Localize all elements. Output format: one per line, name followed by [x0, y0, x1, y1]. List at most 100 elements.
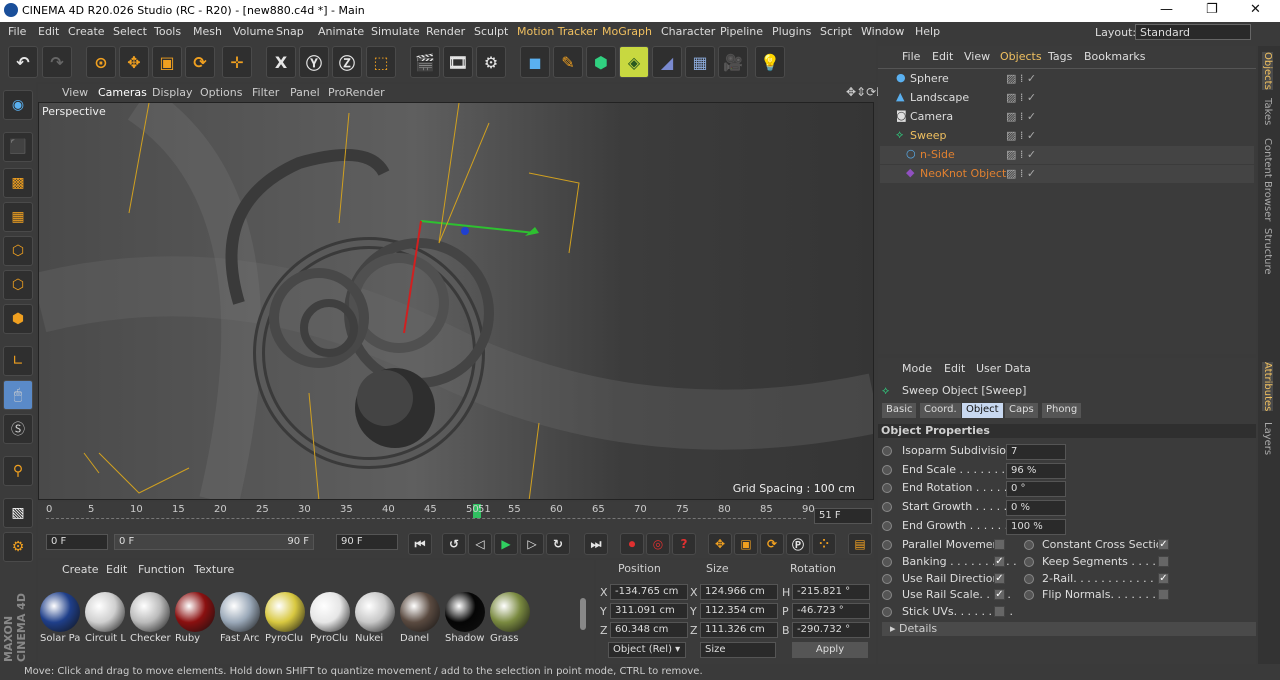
- menu-volume[interactable]: Volume: [233, 25, 274, 38]
- object-menu-tags[interactable]: Tags: [1048, 50, 1072, 63]
- property-animate-radio[interactable]: [882, 483, 892, 494]
- frame-range-slider[interactable]: 0 F 90 F: [114, 534, 314, 550]
- tab-basic[interactable]: Basic: [882, 403, 917, 418]
- side-tab-structure[interactable]: Structure: [1262, 228, 1273, 275]
- menu-sculpt[interactable]: Sculpt: [474, 25, 508, 38]
- material-swatch[interactable]: [220, 592, 260, 632]
- tab-caps[interactable]: Caps: [1005, 403, 1038, 418]
- material-swatch[interactable]: [85, 592, 125, 632]
- side-tab-takes[interactable]: Takes: [1262, 98, 1273, 125]
- object-visibility-toggle[interactable]: ▨ ⁞ ✓: [1006, 110, 1036, 123]
- menu-plugins[interactable]: Plugins: [772, 25, 811, 38]
- object-row[interactable]: ● Sphere ▨ ⁞ ✓: [880, 70, 1254, 88]
- attribute-menu-edit[interactable]: Edit: [944, 362, 965, 375]
- attribute-menu-user-data[interactable]: User Data: [976, 362, 1031, 375]
- scale-tool-icon[interactable]: ▣: [152, 46, 182, 78]
- close-icon[interactable]: ✕: [1250, 2, 1261, 17]
- material-menu-function[interactable]: Function: [138, 563, 185, 576]
- size-field[interactable]: 112.354 cm: [700, 603, 778, 619]
- property-checkbox[interactable]: ✓: [1158, 539, 1169, 550]
- property-animate-radio[interactable]: [882, 607, 892, 618]
- material-swatch[interactable]: [445, 592, 485, 632]
- key-pla-icon[interactable]: ⁘: [812, 533, 836, 555]
- object-row[interactable]: ◙ Camera ▨ ⁞ ✓: [880, 108, 1254, 126]
- menu-script[interactable]: Script: [820, 25, 852, 38]
- key-scale-icon[interactable]: ▣: [734, 533, 758, 555]
- workplane-icon[interactable]: ▦: [3, 202, 33, 232]
- property-animate-radio[interactable]: [882, 573, 892, 584]
- rotation-field[interactable]: -46.723 °: [792, 603, 870, 619]
- tweak-mode-icon[interactable]: 🖱: [3, 380, 33, 410]
- go-to-start-icon[interactable]: ⏮: [408, 533, 432, 555]
- apply-button[interactable]: Apply: [792, 642, 868, 658]
- perspective-viewport[interactable]: Perspective Grid Spacing : 100 cm: [38, 102, 874, 500]
- magnet-icon[interactable]: ⚲: [3, 456, 33, 486]
- undo-icon[interactable]: ↶: [8, 46, 38, 78]
- edges-mode-icon[interactable]: ⬡: [3, 270, 33, 300]
- material-swatch[interactable]: [310, 592, 350, 632]
- object-menu-view[interactable]: View: [964, 50, 990, 63]
- viewport-menu-filter[interactable]: Filter: [252, 86, 279, 99]
- autokey-icon[interactable]: ◎: [646, 533, 670, 555]
- menu-create[interactable]: Create: [68, 25, 105, 38]
- property-animate-radio[interactable]: [882, 520, 892, 531]
- material-swatch[interactable]: [400, 592, 440, 632]
- menu-window[interactable]: Window: [861, 25, 904, 38]
- key-parameter-icon[interactable]: Ⓟ: [786, 533, 810, 555]
- live-selection-icon[interactable]: ⊙: [86, 46, 116, 78]
- object-row[interactable]: ▲ Landscape ▨ ⁞ ✓: [880, 89, 1254, 107]
- next-key-icon[interactable]: ↻: [546, 533, 570, 555]
- property-checkbox[interactable]: ✓: [994, 555, 1005, 567]
- menu-tools[interactable]: Tools: [154, 25, 181, 38]
- tab-coord[interactable]: Coord.: [920, 403, 961, 418]
- points-mode-icon[interactable]: ⬡: [3, 236, 33, 266]
- size-field[interactable]: 111.326 cm: [700, 622, 778, 638]
- menu-character[interactable]: Character: [661, 25, 715, 38]
- material-swatch[interactable]: [40, 592, 80, 632]
- material-swatch[interactable]: [355, 592, 395, 632]
- rotate-tool-icon[interactable]: ⟳: [185, 46, 215, 78]
- x-axis-icon[interactable]: X: [266, 46, 296, 78]
- attribute-menu-mode[interactable]: Mode: [902, 362, 932, 375]
- side-tab-attributes[interactable]: Attributes: [1262, 362, 1273, 412]
- property-checkbox[interactable]: ✓: [1158, 572, 1169, 584]
- camera-icon[interactable]: 🎥: [718, 46, 748, 78]
- property-animate-radio[interactable]: [882, 502, 892, 513]
- object-menu-file[interactable]: File: [902, 50, 920, 63]
- tab-object[interactable]: Object: [962, 403, 1003, 418]
- size-mode-dropdown[interactable]: Size: [700, 642, 776, 658]
- object-visibility-toggle[interactable]: ▨ ⁞ ✓: [1006, 91, 1036, 104]
- timeline-icon[interactable]: ▤: [848, 533, 872, 555]
- axis-mode-icon[interactable]: ∟: [3, 346, 33, 376]
- property-animate-radio[interactable]: [882, 590, 892, 601]
- snap-icon[interactable]: Ⓢ: [3, 414, 33, 444]
- side-tab-objects[interactable]: Objects: [1262, 52, 1273, 90]
- y-axis-icon[interactable]: Ⓨ: [299, 46, 329, 78]
- workplane-grid-icon[interactable]: ▧: [3, 498, 33, 528]
- position-field[interactable]: 311.091 cm: [610, 603, 688, 619]
- viewport-menu-prorender[interactable]: ProRender: [328, 86, 385, 99]
- polygons-mode-icon[interactable]: ⬢: [3, 304, 33, 334]
- menu-snap[interactable]: Snap: [276, 25, 304, 38]
- coordinate-mode-dropdown[interactable]: Object (Rel) ▾: [608, 642, 686, 658]
- viewport-menu-cameras[interactable]: Cameras: [98, 86, 147, 99]
- material-swatch[interactable]: [265, 592, 305, 632]
- menu-file[interactable]: File: [8, 25, 26, 38]
- property-animate-radio[interactable]: [882, 556, 892, 567]
- start-frame-field[interactable]: 0 F: [46, 534, 108, 550]
- menu-pipeline[interactable]: Pipeline: [720, 25, 763, 38]
- property-animate-radio[interactable]: [1024, 590, 1034, 601]
- deformer-icon[interactable]: ◢: [652, 46, 682, 78]
- end-frame-field[interactable]: 90 F: [336, 534, 398, 550]
- z-axis-icon[interactable]: Ⓩ: [332, 46, 362, 78]
- position-field[interactable]: -134.765 cm: [610, 584, 688, 600]
- property-animate-radio[interactable]: [1024, 556, 1034, 567]
- viewport-menu-view[interactable]: View: [62, 86, 88, 99]
- property-field[interactable]: 7: [1006, 444, 1066, 460]
- property-checkbox[interactable]: ✓: [994, 572, 1005, 584]
- previous-key-icon[interactable]: ↺: [442, 533, 466, 555]
- tab-phong[interactable]: Phong: [1042, 403, 1082, 418]
- property-checkbox[interactable]: [1158, 589, 1169, 601]
- property-animate-radio[interactable]: [1024, 540, 1034, 550]
- floor-icon[interactable]: ▦: [685, 46, 715, 78]
